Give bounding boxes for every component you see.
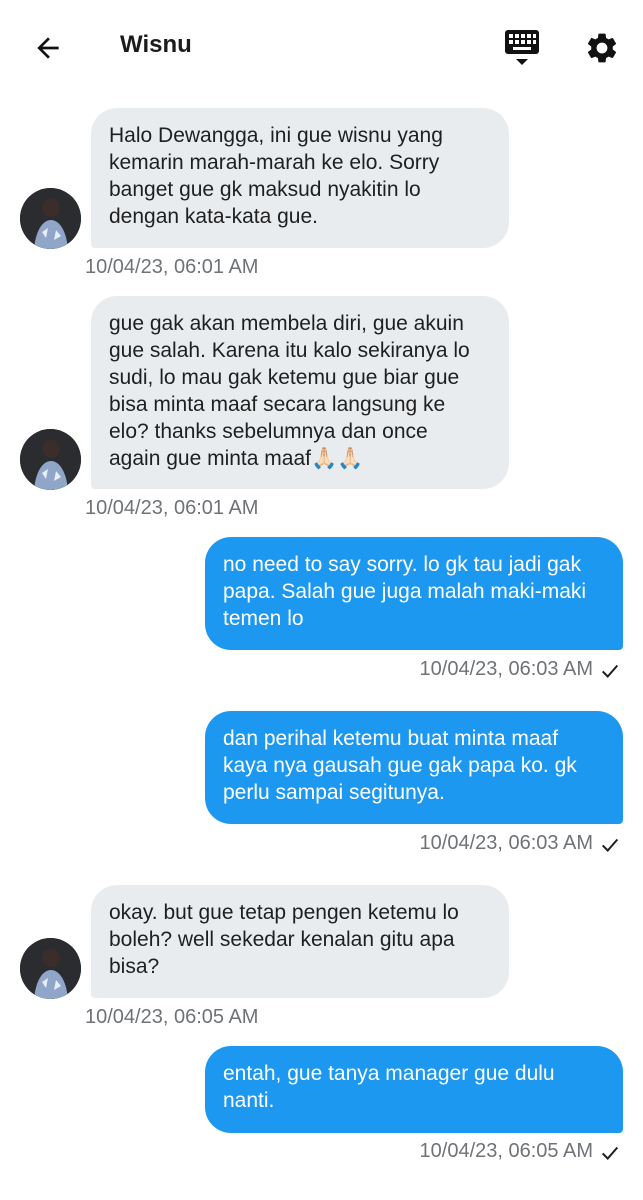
incoming-message-bubble[interactable]: okay. but gue tetap pengen ketemu lo bol… bbox=[91, 885, 509, 998]
message-text: dan perihal ketemu buat minta maaf kaya … bbox=[223, 727, 577, 804]
message-timestamp: 10/04/23, 06:01 AM bbox=[85, 497, 259, 519]
keyboard-button[interactable] bbox=[500, 26, 544, 70]
message-timestamp: 10/04/23, 06:03 AM bbox=[419, 658, 593, 680]
check-icon bbox=[601, 664, 619, 678]
avatar-image bbox=[20, 188, 81, 249]
message-timestamp: 10/04/23, 06:03 AM bbox=[419, 832, 593, 854]
gear-icon bbox=[587, 33, 617, 63]
check-icon bbox=[601, 1146, 619, 1160]
message-text: no need to say sorry. lo gk tau jadi gak… bbox=[223, 553, 587, 630]
settings-button[interactable] bbox=[580, 26, 624, 70]
outgoing-message-bubble[interactable]: no need to say sorry. lo gk tau jadi gak… bbox=[205, 537, 623, 650]
message-text: Halo Dewangga, ini gue wisnu yang kemari… bbox=[109, 124, 443, 228]
outgoing-message-bubble[interactable]: dan perihal ketemu buat minta maaf kaya … bbox=[205, 711, 623, 824]
message-text: gue gak akan membela diri, gue akuin gue… bbox=[109, 312, 470, 470]
avatar[interactable] bbox=[20, 938, 81, 999]
avatar-image bbox=[20, 938, 81, 999]
message-text: okay. but gue tetap pengen ketemu lo bol… bbox=[109, 901, 459, 978]
message-timestamp: 10/04/23, 06:05 AM bbox=[85, 1006, 259, 1028]
avatar[interactable] bbox=[20, 429, 81, 490]
message-text: entah, gue tanya manager gue dulu nanti. bbox=[223, 1062, 555, 1112]
contact-name: Wisnu bbox=[120, 31, 192, 58]
outgoing-message-bubble[interactable]: entah, gue tanya manager gue dulu nanti. bbox=[205, 1046, 623, 1133]
message-timestamp: 10/04/23, 06:01 AM bbox=[85, 256, 259, 278]
incoming-message-bubble[interactable]: gue gak akan membela diri, gue akuin gue… bbox=[91, 296, 509, 489]
message-timestamp: 10/04/23, 06:05 AM bbox=[419, 1140, 593, 1162]
avatar-image bbox=[20, 429, 81, 490]
check-icon bbox=[601, 838, 619, 852]
incoming-message-bubble[interactable]: Halo Dewangga, ini gue wisnu yang kemari… bbox=[91, 108, 509, 248]
chat-header: Wisnu bbox=[0, 0, 643, 95]
back-button[interactable] bbox=[28, 28, 68, 68]
avatar[interactable] bbox=[20, 188, 81, 249]
arrow-left-icon bbox=[37, 37, 59, 59]
keyboard-icon bbox=[505, 30, 539, 65]
